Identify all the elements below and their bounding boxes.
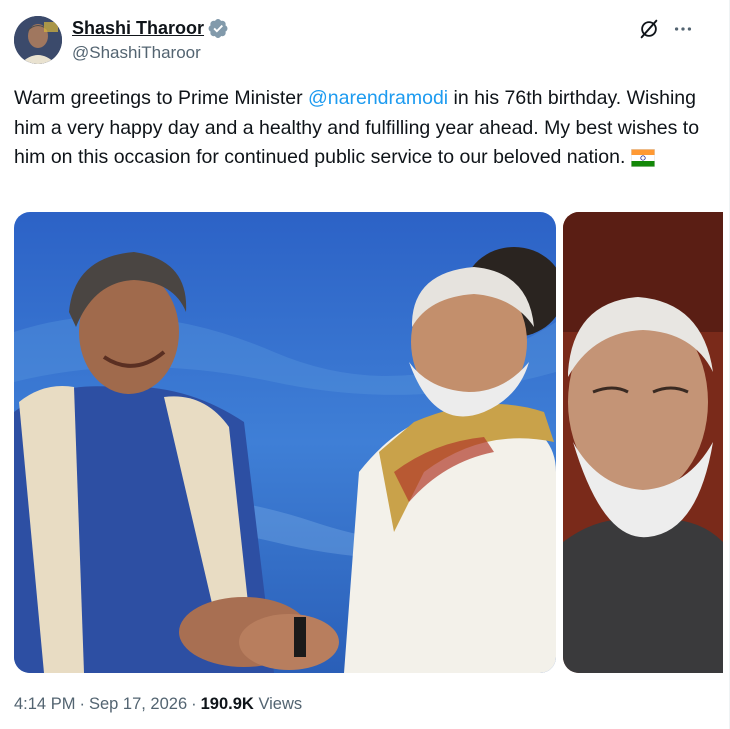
tweet-text-before: Warm greetings to Prime Minister: [14, 87, 309, 109]
views-label: Views: [258, 695, 303, 713]
tweet-card: Shashi Tharoor @ShashiTharoor Warm greet…: [0, 0, 730, 729]
more-dots-icon[interactable]: [672, 18, 694, 40]
author-display-name[interactable]: Shashi Tharoor: [72, 18, 204, 39]
media-carousel: [14, 212, 723, 673]
tweet-time[interactable]: 4:14 PM: [14, 695, 75, 713]
profile-avatar[interactable]: [14, 16, 62, 64]
meta-separator: ·: [79, 695, 85, 713]
tweet-meta: 4:14 PM · Sep 17, 2026 · 190.9K Views: [14, 695, 302, 714]
views-count: 190.9K: [200, 695, 254, 713]
meta-separator: ·: [191, 695, 197, 713]
mention-link[interactable]: @narendramodi: [308, 87, 448, 109]
india-flag-emoji-icon: [631, 147, 656, 167]
tweet-photo-1[interactable]: [14, 212, 556, 673]
tweet-date[interactable]: Sep 17, 2026: [89, 695, 187, 713]
verified-badge-icon: [208, 18, 229, 39]
tweet-photo-2[interactable]: [563, 212, 723, 673]
grok-icon[interactable]: [638, 18, 660, 40]
tweet-text: Warm greetings to Prime Minister @narend…: [14, 84, 704, 173]
author-handle[interactable]: @ShashiTharoor: [72, 43, 201, 63]
